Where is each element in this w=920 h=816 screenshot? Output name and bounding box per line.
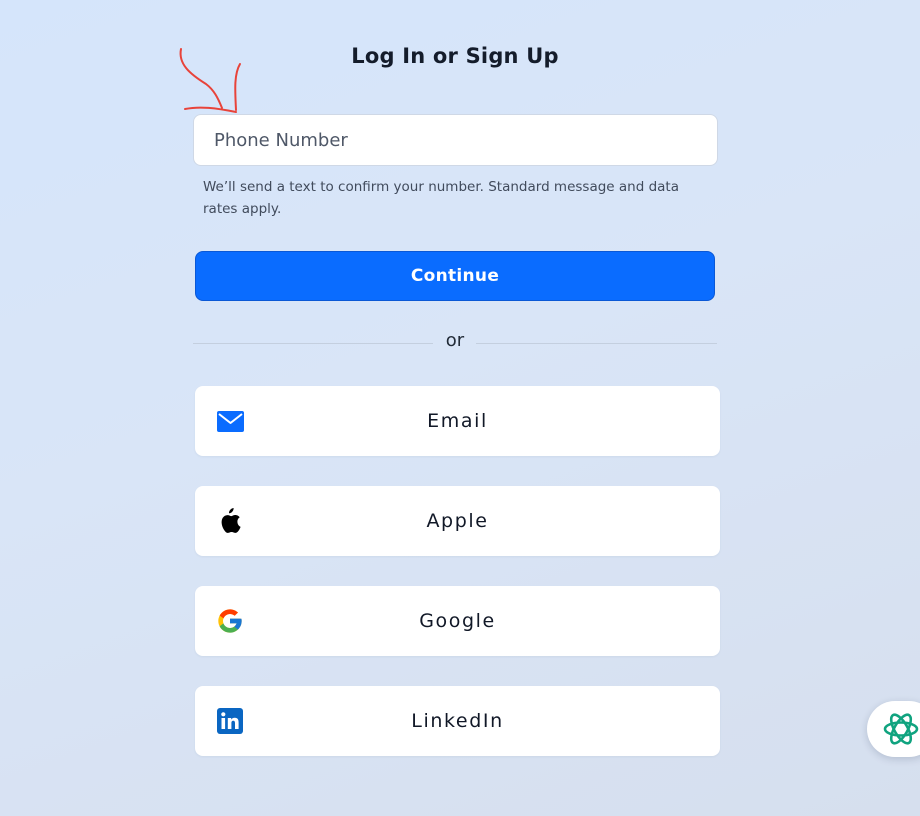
sms-disclaimer: We’ll send a text to confirm your number…: [203, 179, 679, 217]
apple-login-button[interactable]: Apple: [195, 486, 720, 556]
email-login-label: Email: [427, 410, 488, 432]
divider-line-left: [193, 343, 433, 344]
google-login-label: Google: [419, 610, 496, 632]
continue-button[interactable]: Continue: [195, 251, 715, 301]
assistant-icon: [883, 713, 919, 745]
linkedin-login-button[interactable]: LinkedIn: [195, 686, 720, 756]
email-login-button[interactable]: Email: [195, 386, 720, 456]
apple-login-label: Apple: [426, 510, 489, 532]
divider-line-right: [476, 343, 717, 344]
divider-or-label: or: [445, 330, 465, 351]
linkedin-login-label: LinkedIn: [411, 710, 504, 732]
annotation-arrow: [179, 48, 241, 113]
assistant-launcher-button[interactable]: [867, 701, 920, 757]
page-title: Log In or Sign Up: [351, 44, 559, 68]
google-login-button[interactable]: Google: [195, 586, 720, 656]
phone-number-input[interactable]: [193, 114, 718, 166]
